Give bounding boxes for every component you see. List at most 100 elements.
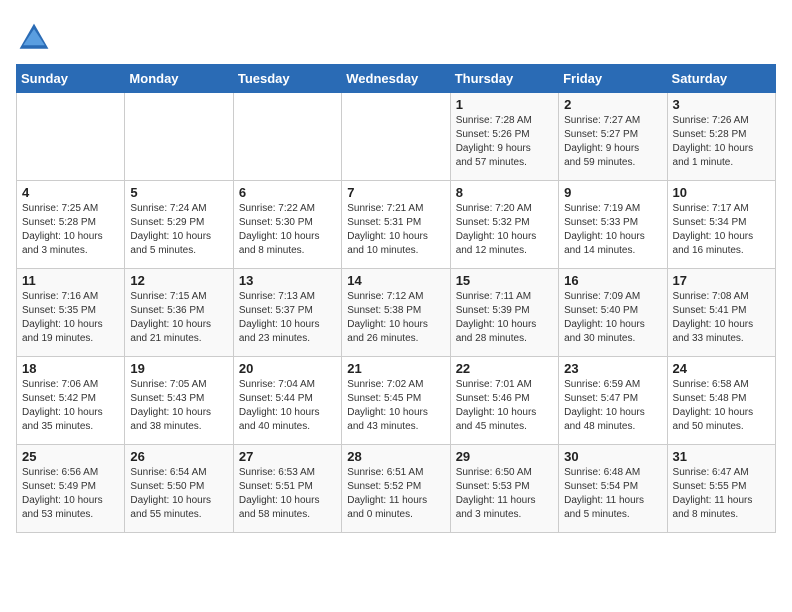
day-number: 30 xyxy=(564,449,661,464)
day-number: 4 xyxy=(22,185,119,200)
day-info: Sunrise: 7:27 AM Sunset: 5:27 PM Dayligh… xyxy=(564,114,661,170)
day-info: Sunrise: 7:09 AM Sunset: 5:40 PM Dayligh… xyxy=(564,290,661,346)
day-info: Sunrise: 6:56 AM Sunset: 5:49 PM Dayligh… xyxy=(22,466,119,522)
day-number: 26 xyxy=(130,449,227,464)
day-info: Sunrise: 7:11 AM Sunset: 5:39 PM Dayligh… xyxy=(456,290,553,346)
day-number: 14 xyxy=(347,273,444,288)
day-info: Sunrise: 6:48 AM Sunset: 5:54 PM Dayligh… xyxy=(564,466,661,522)
day-number: 1 xyxy=(456,97,553,112)
day-info: Sunrise: 6:47 AM Sunset: 5:55 PM Dayligh… xyxy=(673,466,770,522)
calendar-cell: 26 Sunrise: 6:54 AM Sunset: 5:50 PM Dayli… xyxy=(125,445,233,533)
day-number: 24 xyxy=(673,361,770,376)
day-number: 21 xyxy=(347,361,444,376)
calendar-cell: 29 Sunrise: 6:50 AM Sunset: 5:53 PM Dayli… xyxy=(450,445,558,533)
day-info: Sunrise: 6:54 AM Sunset: 5:50 PM Dayligh… xyxy=(130,466,227,522)
calendar-cell: 17Sunrise: 7:08 AM Sunset: 5:41 PM Dayli… xyxy=(667,269,775,357)
day-info: Sunrise: 7:17 AM Sunset: 5:34 PM Dayligh… xyxy=(673,202,770,258)
day-number: 31 xyxy=(673,449,770,464)
calendar-header-saturday: Saturday xyxy=(667,65,775,93)
calendar-cell: 22 Sunrise: 7:01 AM Sunset: 5:46 PM Dayli… xyxy=(450,357,558,445)
day-info: Sunrise: 7:05 AM Sunset: 5:43 PM Dayligh… xyxy=(130,378,227,434)
day-number: 2 xyxy=(564,97,661,112)
day-number: 6 xyxy=(239,185,336,200)
day-info: Sunrise: 7:24 AM Sunset: 5:29 PM Dayligh… xyxy=(130,202,227,258)
day-number: 9 xyxy=(564,185,661,200)
calendar-header-sunday: Sunday xyxy=(17,65,125,93)
calendar-cell: 1 Sunrise: 7:28 AM Sunset: 5:26 PM Daylig… xyxy=(450,93,558,181)
day-info: Sunrise: 6:51 AM Sunset: 5:52 PM Dayligh… xyxy=(347,466,444,522)
calendar-header-tuesday: Tuesday xyxy=(233,65,341,93)
day-number: 5 xyxy=(130,185,227,200)
calendar-cell: 24 Sunrise: 6:58 AM Sunset: 5:48 PM Dayli… xyxy=(667,357,775,445)
calendar-cell: 23Sunrise: 6:59 AM Sunset: 5:47 PM Dayli… xyxy=(559,357,667,445)
calendar-cell: 30 Sunrise: 6:48 AM Sunset: 5:54 PM Dayli… xyxy=(559,445,667,533)
day-info: Sunrise: 7:06 AM Sunset: 5:42 PM Dayligh… xyxy=(22,378,119,434)
day-number: 17 xyxy=(673,273,770,288)
calendar-cell: 25 Sunrise: 6:56 AM Sunset: 5:49 PM Dayli… xyxy=(17,445,125,533)
calendar-cell xyxy=(125,93,233,181)
calendar-cell xyxy=(342,93,450,181)
calendar-cell xyxy=(233,93,341,181)
day-number: 20 xyxy=(239,361,336,376)
calendar-cell: 6 Sunrise: 7:22 AM Sunset: 5:30 PM Daylig… xyxy=(233,181,341,269)
calendar-table: SundayMondayTuesdayWednesdayThursdayFrid… xyxy=(16,64,776,533)
day-info: Sunrise: 7:16 AM Sunset: 5:35 PM Dayligh… xyxy=(22,290,119,346)
calendar-cell: 5 Sunrise: 7:24 AM Sunset: 5:29 PM Daylig… xyxy=(125,181,233,269)
day-info: Sunrise: 7:21 AM Sunset: 5:31 PM Dayligh… xyxy=(347,202,444,258)
day-number: 28 xyxy=(347,449,444,464)
day-number: 25 xyxy=(22,449,119,464)
day-number: 19 xyxy=(130,361,227,376)
calendar-week-row-4: 18 Sunrise: 7:06 AM Sunset: 5:42 PM Dayli… xyxy=(17,357,776,445)
day-number: 11 xyxy=(22,273,119,288)
calendar-week-row-3: 11 Sunrise: 7:16 AM Sunset: 5:35 PM Dayli… xyxy=(17,269,776,357)
calendar-cell: 27 Sunrise: 6:53 AM Sunset: 5:51 PM Dayli… xyxy=(233,445,341,533)
calendar-week-row-2: 4Sunrise: 7:25 AM Sunset: 5:28 PM Daylig… xyxy=(17,181,776,269)
calendar-cell: 9 Sunrise: 7:19 AM Sunset: 5:33 PM Daylig… xyxy=(559,181,667,269)
calendar-cell: 2 Sunrise: 7:27 AM Sunset: 5:27 PM Daylig… xyxy=(559,93,667,181)
day-number: 16 xyxy=(564,273,661,288)
day-info: Sunrise: 7:13 AM Sunset: 5:37 PM Dayligh… xyxy=(239,290,336,346)
day-info: Sunrise: 6:53 AM Sunset: 5:51 PM Dayligh… xyxy=(239,466,336,522)
day-info: Sunrise: 7:02 AM Sunset: 5:45 PM Dayligh… xyxy=(347,378,444,434)
day-info: Sunrise: 7:04 AM Sunset: 5:44 PM Dayligh… xyxy=(239,378,336,434)
day-number: 27 xyxy=(239,449,336,464)
day-number: 7 xyxy=(347,185,444,200)
calendar-cell: 13Sunrise: 7:13 AM Sunset: 5:37 PM Dayli… xyxy=(233,269,341,357)
calendar-cell: 20 Sunrise: 7:04 AM Sunset: 5:44 PM Dayli… xyxy=(233,357,341,445)
day-number: 22 xyxy=(456,361,553,376)
calendar-header-thursday: Thursday xyxy=(450,65,558,93)
calendar-cell: 10 Sunrise: 7:17 AM Sunset: 5:34 PM Dayli… xyxy=(667,181,775,269)
calendar-cell: 3Sunrise: 7:26 AM Sunset: 5:28 PM Daylig… xyxy=(667,93,775,181)
day-number: 8 xyxy=(456,185,553,200)
day-info: Sunrise: 7:22 AM Sunset: 5:30 PM Dayligh… xyxy=(239,202,336,258)
calendar-cell: 8 Sunrise: 7:20 AM Sunset: 5:32 PM Daylig… xyxy=(450,181,558,269)
calendar-week-row-5: 25 Sunrise: 6:56 AM Sunset: 5:49 PM Dayli… xyxy=(17,445,776,533)
day-info: Sunrise: 7:26 AM Sunset: 5:28 PM Dayligh… xyxy=(673,114,770,170)
calendar-cell: 15 Sunrise: 7:11 AM Sunset: 5:39 PM Dayli… xyxy=(450,269,558,357)
calendar-cell: 12Sunrise: 7:15 AM Sunset: 5:36 PM Dayli… xyxy=(125,269,233,357)
day-info: Sunrise: 6:50 AM Sunset: 5:53 PM Dayligh… xyxy=(456,466,553,522)
calendar-cell: 21 Sunrise: 7:02 AM Sunset: 5:45 PM Dayli… xyxy=(342,357,450,445)
day-number: 15 xyxy=(456,273,553,288)
day-number: 29 xyxy=(456,449,553,464)
calendar-cell: 16 Sunrise: 7:09 AM Sunset: 5:40 PM Dayli… xyxy=(559,269,667,357)
day-info: Sunrise: 7:20 AM Sunset: 5:32 PM Dayligh… xyxy=(456,202,553,258)
calendar-cell: 4Sunrise: 7:25 AM Sunset: 5:28 PM Daylig… xyxy=(17,181,125,269)
calendar-cell: 19 Sunrise: 7:05 AM Sunset: 5:43 PM Dayli… xyxy=(125,357,233,445)
day-number: 12 xyxy=(130,273,227,288)
calendar-header-row: SundayMondayTuesdayWednesdayThursdayFrid… xyxy=(17,65,776,93)
calendar-cell: 28 Sunrise: 6:51 AM Sunset: 5:52 PM Dayli… xyxy=(342,445,450,533)
day-info: Sunrise: 7:28 AM Sunset: 5:26 PM Dayligh… xyxy=(456,114,553,170)
calendar-cell xyxy=(17,93,125,181)
day-info: Sunrise: 7:19 AM Sunset: 5:33 PM Dayligh… xyxy=(564,202,661,258)
day-number: 18 xyxy=(22,361,119,376)
day-info: Sunrise: 7:01 AM Sunset: 5:46 PM Dayligh… xyxy=(456,378,553,434)
calendar-header-friday: Friday xyxy=(559,65,667,93)
calendar-header-wednesday: Wednesday xyxy=(342,65,450,93)
logo-icon xyxy=(16,20,52,56)
calendar-cell: 14Sunrise: 7:12 AM Sunset: 5:38 PM Dayli… xyxy=(342,269,450,357)
day-number: 10 xyxy=(673,185,770,200)
calendar-cell: 7 Sunrise: 7:21 AM Sunset: 5:31 PM Daylig… xyxy=(342,181,450,269)
day-info: Sunrise: 6:58 AM Sunset: 5:48 PM Dayligh… xyxy=(673,378,770,434)
calendar-header-monday: Monday xyxy=(125,65,233,93)
